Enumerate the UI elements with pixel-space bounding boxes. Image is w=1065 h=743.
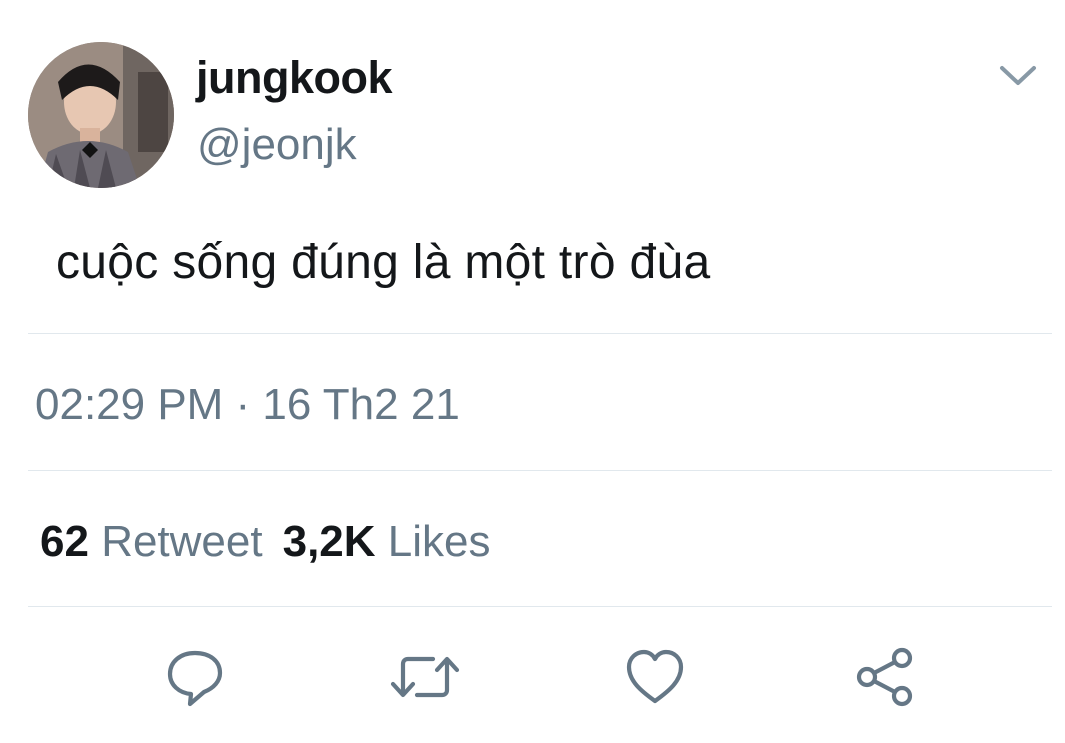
share-button[interactable]	[848, 640, 922, 714]
share-icon	[856, 647, 913, 707]
likes-label: Likes	[387, 517, 491, 566]
retweet-icon	[390, 656, 460, 698]
retweet-label: Retweet	[101, 517, 263, 566]
likes-count: 3,2K	[282, 517, 376, 566]
display-name[interactable]: jungkook	[196, 52, 393, 104]
tweet-detail: jungkook @jeonjk cuộc sống đúng là một t…	[0, 0, 1065, 743]
retweet-button[interactable]	[388, 640, 462, 714]
reply-icon	[167, 650, 223, 707]
chevron-down-icon[interactable]	[994, 58, 1042, 92]
tweet-text: cuộc sống đúng là một trò đùa	[56, 236, 711, 289]
divider	[28, 470, 1052, 471]
tweet-stats: 62 Retweet 3,2K Likes	[40, 517, 491, 567]
tweet-timestamp[interactable]: 02:29 PM · 16 Th2 21	[35, 380, 460, 430]
heart-icon	[626, 649, 684, 704]
avatar-image	[28, 42, 174, 188]
retweets-stat[interactable]: 62 Retweet	[40, 517, 263, 566]
reply-button[interactable]	[158, 640, 232, 714]
user-handle[interactable]: @jeonjk	[197, 120, 357, 170]
likes-stat[interactable]: 3,2K Likes	[283, 517, 491, 566]
like-button[interactable]	[618, 640, 692, 714]
retweet-count: 62	[40, 517, 89, 566]
avatar[interactable]	[28, 42, 174, 188]
divider	[28, 606, 1052, 607]
divider	[28, 333, 1052, 334]
